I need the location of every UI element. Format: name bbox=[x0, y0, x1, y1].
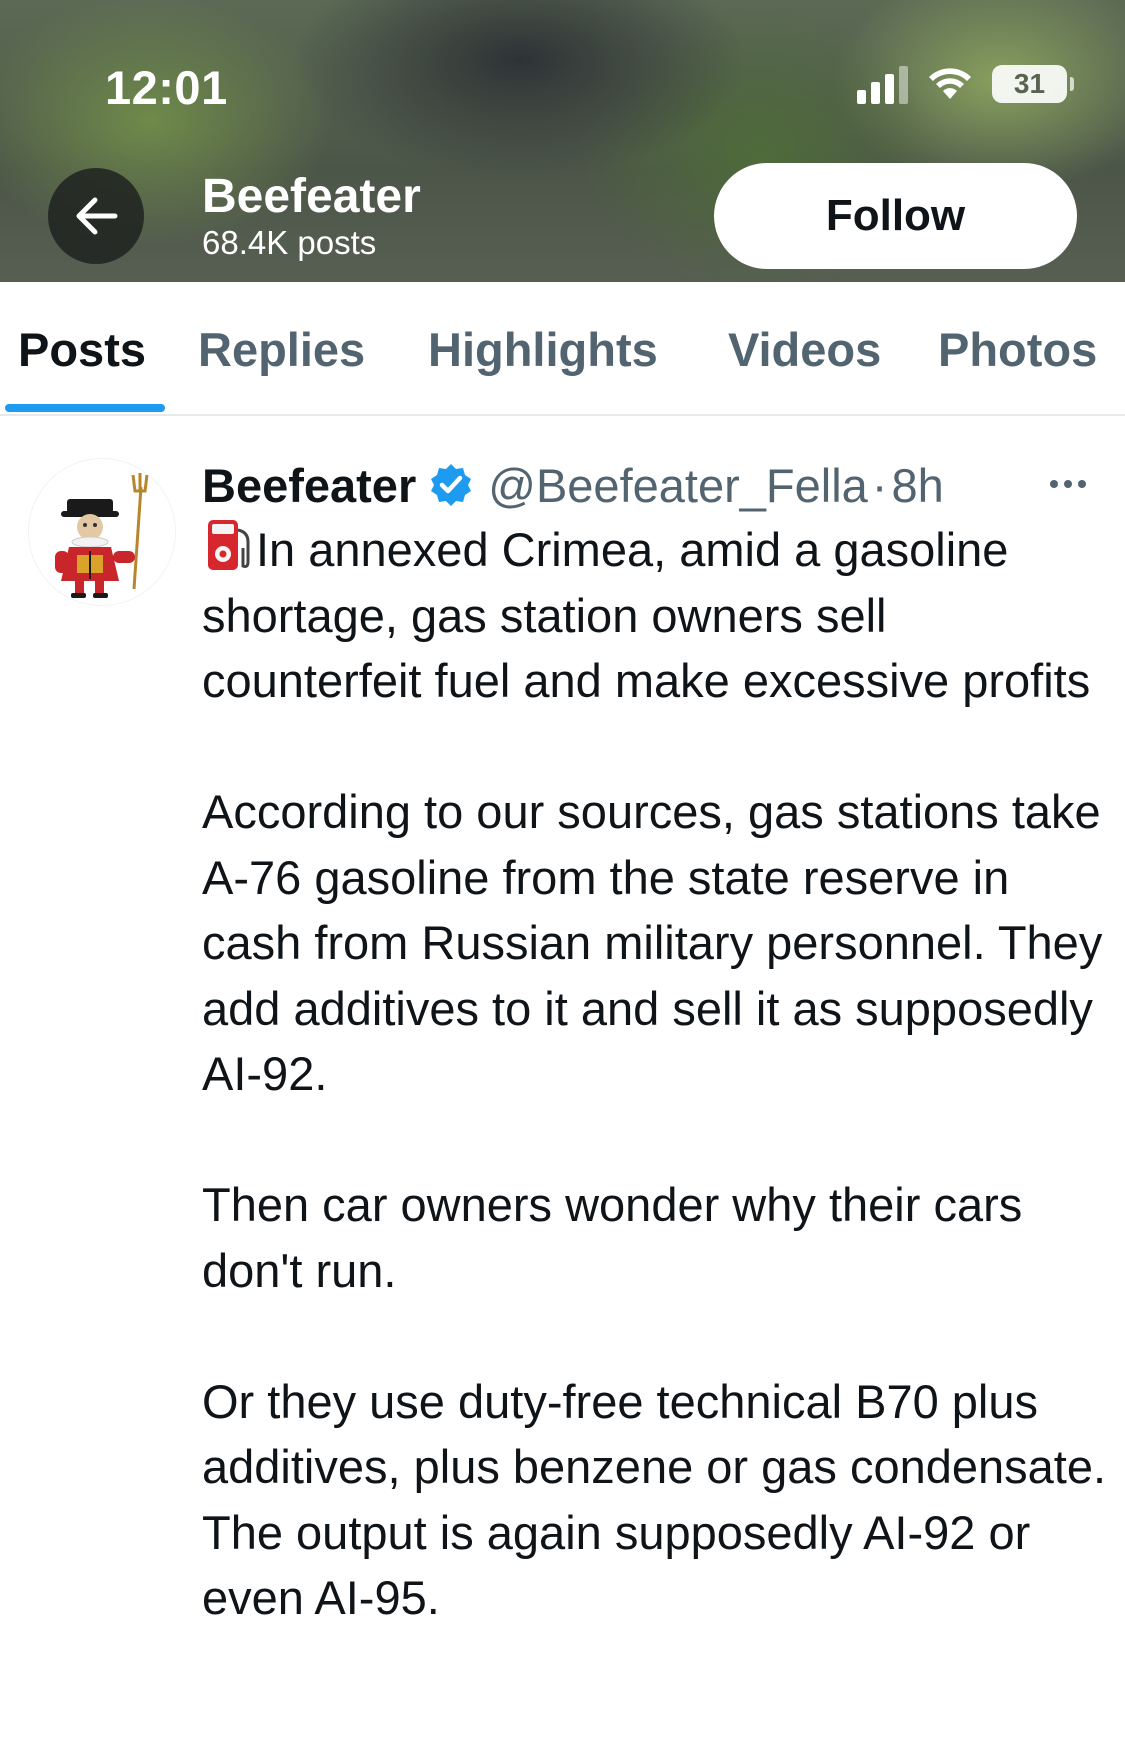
post-paragraph-3: Then car owners wonder why their cars do… bbox=[202, 1178, 1023, 1297]
status-time: 12:01 bbox=[105, 61, 228, 114]
follow-button[interactable]: Follow bbox=[714, 163, 1077, 269]
tab-videos[interactable]: Videos bbox=[728, 322, 881, 377]
post-paragraph-2: According to our sources, gas stations t… bbox=[202, 785, 1103, 1100]
back-button[interactable] bbox=[48, 168, 144, 264]
beefeater-avatar-icon bbox=[29, 459, 175, 605]
post-header: Beefeater @Beefeater_Fella · 8h bbox=[202, 454, 1102, 516]
battery-level: 31 bbox=[1013, 68, 1046, 99]
verified-badge-icon bbox=[431, 464, 472, 506]
profile-tabs: Posts Replies Highlights Videos Photos bbox=[0, 282, 1125, 416]
header-title: Beefeater 68.4K posts bbox=[202, 170, 421, 262]
wifi-icon bbox=[929, 68, 971, 99]
post[interactable]: Beefeater @Beefeater_Fella · 8h In annex… bbox=[0, 418, 1125, 1758]
status-icons: 31 bbox=[857, 64, 1074, 104]
more-horizontal-icon[interactable] bbox=[1050, 480, 1086, 488]
post-author-name[interactable]: Beefeater bbox=[202, 458, 416, 513]
active-tab-indicator bbox=[5, 404, 165, 412]
tab-photos[interactable]: Photos bbox=[938, 322, 1097, 377]
post-handle[interactable]: @Beefeater_Fella bbox=[488, 458, 868, 513]
tab-replies[interactable]: Replies bbox=[198, 322, 365, 377]
posts-count: 68.4K posts bbox=[202, 224, 377, 261]
tab-highlights[interactable]: Highlights bbox=[428, 322, 658, 377]
cellular-signal-icon bbox=[857, 64, 908, 104]
post-paragraph: In annexed Crimea, amid a gasoline short… bbox=[202, 516, 1107, 714]
post-paragraph-4: Or they use duty-free technical B70 plus… bbox=[202, 1374, 1107, 1625]
fuel-pump-emoji bbox=[208, 520, 250, 570]
tab-posts[interactable]: Posts bbox=[18, 322, 146, 377]
arrow-left-icon bbox=[76, 197, 118, 235]
avatar[interactable] bbox=[28, 458, 176, 606]
profile-header: 12:01 31 Beefeater 68.4K posts Follow bbox=[0, 0, 1125, 282]
post-text: In annexed Crimea, amid a gasoline short… bbox=[202, 516, 1107, 1631]
post-paragraph-1: In annexed Crimea, amid a gasoline short… bbox=[202, 523, 1091, 707]
post-timestamp[interactable]: 8h bbox=[891, 458, 943, 513]
separator-dot: · bbox=[871, 458, 888, 512]
profile-name: Beefeater bbox=[202, 170, 421, 223]
battery-icon: 31 bbox=[992, 65, 1074, 103]
